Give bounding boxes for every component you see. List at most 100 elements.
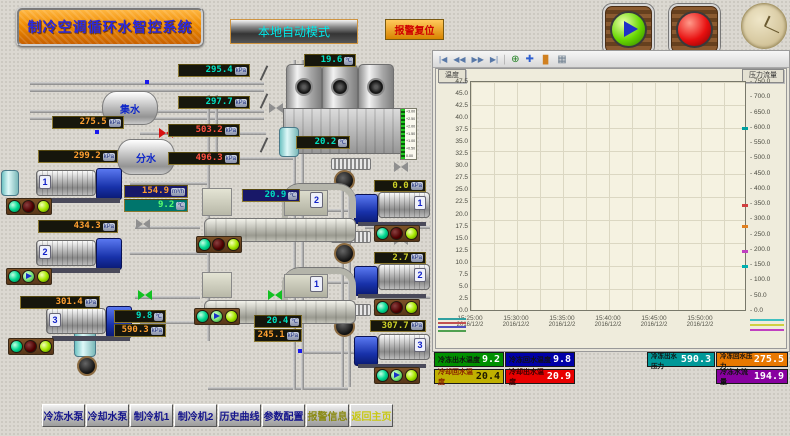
pan-icon[interactable]: ✚ bbox=[523, 54, 535, 65]
fan-icon bbox=[367, 78, 385, 96]
y-tick: 35.0 bbox=[455, 138, 468, 145]
fan-icon bbox=[295, 78, 313, 96]
y-tick: 32.5 bbox=[455, 150, 468, 157]
level-label: +3.00 bbox=[406, 110, 420, 114]
stop-icon bbox=[676, 11, 713, 48]
valve-icon[interactable] bbox=[136, 219, 150, 229]
nav-parameter-config[interactable]: 参数配置 bbox=[262, 404, 305, 427]
first-icon[interactable]: |◀ bbox=[437, 55, 449, 64]
chilled-supply-temp-display: 9.2℃ bbox=[124, 199, 188, 212]
level-label: 0.00 bbox=[406, 154, 420, 158]
cooling-pump3-status-lights bbox=[374, 367, 420, 384]
valve-icon[interactable] bbox=[269, 103, 283, 113]
y-tick: 10.0 bbox=[455, 259, 468, 266]
y-tick: 350.0 bbox=[750, 200, 770, 207]
y-tick: 30.0 bbox=[455, 162, 468, 169]
pause-icon[interactable]: ▐▌ bbox=[538, 55, 553, 64]
y-tick: 37.5 bbox=[455, 126, 468, 133]
cooling-pump2-status-lights bbox=[374, 299, 420, 316]
stop-button[interactable] bbox=[669, 4, 720, 55]
forward-icon[interactable]: ▶▶ bbox=[470, 55, 486, 64]
chilled-flow-display: 154.9m³/h bbox=[124, 185, 188, 198]
chart-frame: 温度 压力流量 47.545.042.540.037.535.032.530.0… bbox=[435, 68, 787, 349]
nav-chiller-2[interactable]: 制冷机2 bbox=[174, 404, 217, 427]
y-tick: 150.0 bbox=[750, 261, 770, 268]
level-label: +1.00 bbox=[406, 139, 420, 143]
nav-chilled-pumps[interactable]: 冷冻水泵 bbox=[42, 404, 85, 427]
nav-cooling-pumps[interactable]: 冷却水泵 bbox=[86, 404, 129, 427]
y-tick: 42.5 bbox=[455, 102, 468, 109]
y-tick: 200.0 bbox=[750, 246, 770, 253]
chart-plot-area[interactable] bbox=[470, 81, 746, 311]
y-tick: 400.0 bbox=[750, 185, 770, 192]
return-press-display: 245.1kPa bbox=[254, 329, 302, 342]
alarm-reset-button[interactable]: 报警复位 bbox=[385, 19, 444, 40]
y-tick: 15.0 bbox=[455, 235, 468, 242]
level-label: +2.00 bbox=[406, 125, 420, 129]
clock-icon bbox=[741, 3, 787, 49]
cooling-out-temp-display: 20.9℃ bbox=[242, 189, 300, 202]
y-tick: 500.0 bbox=[750, 154, 770, 161]
right-axis-ticks: 750.0700.0650.0600.0550.0500.0450.0400.0… bbox=[750, 78, 788, 314]
y-tick: 5.0 bbox=[459, 283, 468, 290]
y-tick: 20.0 bbox=[455, 211, 468, 218]
line-pressure-display: 297.7kPa bbox=[178, 96, 250, 109]
y-tick: 250.0 bbox=[750, 231, 770, 238]
pen-marker bbox=[742, 204, 748, 207]
pump-volute bbox=[354, 336, 378, 366]
pump-number: 1 bbox=[414, 196, 426, 210]
pipe-segment bbox=[303, 351, 360, 354]
y-tick: 300.0 bbox=[750, 215, 770, 222]
cooling-pump2-display: 2.7kPa bbox=[374, 252, 426, 264]
y-tick: 550.0 bbox=[750, 139, 770, 146]
y-tick: 0.0 bbox=[459, 307, 468, 314]
pipe-segment bbox=[208, 387, 348, 390]
chilled-return-temp-display: 9.8℃ bbox=[114, 310, 166, 323]
chart-toolbar: |◀ ◀◀ ▶▶ ▶| │ ⊕ ✚ ▐▌ ▦ bbox=[433, 51, 789, 68]
chiller1-status-lights bbox=[194, 308, 240, 325]
chiller2-status-lights bbox=[196, 236, 242, 253]
pen-marker bbox=[742, 265, 748, 268]
chiller-cabinet bbox=[202, 272, 232, 298]
cooling-pump1-status-lights bbox=[374, 225, 420, 242]
y-tick: 40.0 bbox=[455, 114, 468, 121]
chiller-cabinet bbox=[202, 188, 232, 216]
cooling-pump1-display: 0.0kPa bbox=[374, 180, 426, 192]
start-button[interactable] bbox=[603, 4, 654, 55]
y-tick: 50.0 bbox=[750, 292, 767, 299]
nav-chiller-1[interactable]: 制冷机1 bbox=[130, 404, 173, 427]
pump-volute bbox=[96, 238, 122, 270]
status-cooling-return-temp: 冷却回水温度20.4 bbox=[434, 369, 504, 384]
flow-marker bbox=[298, 349, 302, 353]
status-chilled-out-temp: 冷冻出水温度9.2 bbox=[434, 352, 504, 367]
fan-icon bbox=[331, 78, 349, 96]
mode-button[interactable]: 本地自动模式 bbox=[230, 19, 358, 44]
y-tick: 600.0 bbox=[750, 124, 770, 131]
pump2-status-lights bbox=[6, 268, 52, 285]
grid-icon[interactable]: ▦ bbox=[555, 54, 568, 65]
tower-level-gauge: +3.00+2.50+2.00+1.50+1.00+0.500.00 bbox=[400, 108, 417, 160]
pump-number: 2 bbox=[39, 245, 51, 259]
y-tick: 47.5 bbox=[455, 78, 468, 85]
pump-volute bbox=[96, 168, 122, 200]
rewind-icon[interactable]: ◀◀ bbox=[451, 55, 467, 64]
y-tick: 22.5 bbox=[455, 198, 468, 205]
flow-marker bbox=[95, 130, 99, 134]
header-pressure-display: 275.5kPa bbox=[52, 116, 124, 129]
cooling-water-pump-3[interactable]: 3 bbox=[354, 328, 432, 368]
nav-history-curve[interactable]: 历史曲线 bbox=[218, 404, 261, 427]
y-tick: 45.0 bbox=[455, 90, 468, 97]
pump1-pressure-display: 299.2kPa bbox=[38, 150, 118, 163]
legend-right bbox=[749, 315, 785, 335]
last-icon[interactable]: ▶| bbox=[488, 55, 500, 64]
check-valve-icon bbox=[334, 243, 355, 264]
y-tick: 27.5 bbox=[455, 174, 468, 181]
y-tick: 25.0 bbox=[455, 186, 468, 193]
zoom-icon[interactable]: ⊕ bbox=[509, 54, 521, 65]
chilled-supply-press-display: 590.3kPa bbox=[114, 324, 166, 337]
nav-return-home[interactable]: 返回主页 bbox=[350, 404, 393, 427]
valve-icon[interactable] bbox=[394, 162, 408, 172]
nav-alarm-info[interactable]: 报警信息 bbox=[306, 404, 349, 427]
dosing-tank bbox=[1, 170, 19, 196]
pump-number: 3 bbox=[49, 313, 61, 327]
